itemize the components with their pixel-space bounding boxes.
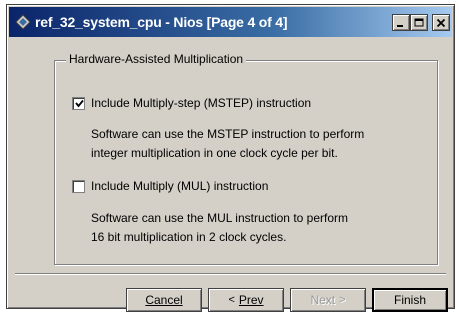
mul-desc-line2: 16 bit multiplication in 2 clock cycles. bbox=[91, 230, 287, 244]
mstep-description: Software can use the MSTEP instruction t… bbox=[91, 125, 364, 163]
mstep-label[interactable]: Include Multiply-step (MSTEP) instructio… bbox=[91, 96, 311, 110]
cancel-button-label: Cancel bbox=[145, 293, 183, 307]
prev-button-label: Prev bbox=[238, 293, 264, 307]
finish-button-label: Finish bbox=[393, 293, 426, 307]
minimize-icon[interactable] bbox=[392, 14, 410, 31]
mul-description: Software can use the MUL instruction to … bbox=[91, 209, 348, 247]
window-title: ref_32_system_cpu - Nios [Page 4 of 4] bbox=[35, 14, 288, 30]
maximize-icon[interactable] bbox=[410, 14, 428, 31]
mul-label[interactable]: Include Multiply (MUL) instruction bbox=[91, 179, 268, 193]
mstep-checkbox[interactable] bbox=[72, 97, 85, 110]
group-legend: Hardware-Assisted Multiplication bbox=[66, 52, 247, 66]
prev-button[interactable]: < Prev bbox=[208, 288, 284, 312]
finish-button[interactable]: Finish bbox=[372, 288, 448, 312]
button-separator bbox=[15, 273, 446, 275]
arrow-left-icon: < bbox=[228, 294, 235, 306]
mstep-desc-line2: integer multiplication in one clock cycl… bbox=[91, 146, 338, 160]
wizard-window: ref_32_system_cpu - Nios [Page 4 of 4] H… bbox=[6, 4, 455, 312]
next-button[interactable]: Next > bbox=[290, 288, 366, 312]
title-bar[interactable]: ref_32_system_cpu - Nios [Page 4 of 4] bbox=[9, 7, 452, 37]
cancel-button[interactable]: Cancel bbox=[126, 288, 202, 312]
mul-desc-line1: Software can use the MUL instruction to … bbox=[91, 211, 349, 225]
next-button-label: Next bbox=[310, 293, 336, 307]
checkmark-icon bbox=[75, 99, 84, 108]
arrow-right-icon: > bbox=[339, 294, 346, 306]
mul-checkbox[interactable] bbox=[72, 180, 85, 193]
mstep-desc-line1: Software can use the MSTEP instruction t… bbox=[91, 127, 365, 141]
close-icon[interactable] bbox=[432, 14, 450, 31]
multiplication-groupbox: Hardware-Assisted Multiplication Include… bbox=[54, 52, 438, 265]
app-icon bbox=[15, 14, 31, 30]
